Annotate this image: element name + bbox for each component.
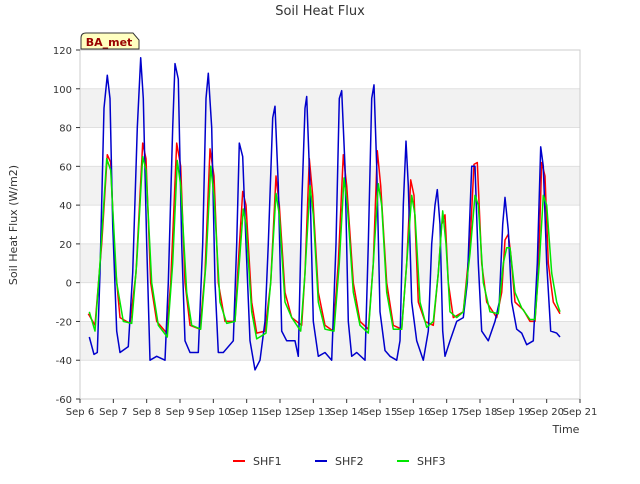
x-tick-label: Sep 12 [263,407,298,418]
x-tick-label: Sep 8 [132,407,160,418]
x-tick-label: Sep 11 [229,407,264,418]
y-axis-label: Soil Heat Flux (W/m2) [7,165,20,285]
y-tick-label: 40 [59,201,72,212]
y-tick-label: 60 [59,162,72,173]
x-tick-label: Sep 15 [363,407,398,418]
y-tick-label: 0 [66,279,72,290]
background-band [80,321,580,361]
x-tick-label: Sep 21 [563,407,598,418]
y-tick-label: 20 [59,240,72,251]
x-tick-label: Sep 7 [99,407,127,418]
y-tick-label: -40 [56,356,72,367]
background-band [80,88,580,128]
x-tick-label: Sep 6 [66,407,94,418]
chart-title: Soil Heat Flux [275,4,365,19]
x-axis-label: Time [552,423,580,436]
y-axis-ticks: -60 -40 -20 0 20 40 60 80 100 120 [53,46,80,406]
annotation-box: BA_met [80,32,140,50]
chart-container: -60 -40 -20 0 20 40 60 80 100 120 Sep 6 Sep 7 Sep 8… [0,0,640,480]
x-tick-label: Sep 13 [296,407,331,418]
y-tick-label: -60 [56,395,72,406]
x-tick-label: Sep 10 [196,407,231,418]
legend: SHF1 SHF2 SHF3 [233,455,446,468]
x-tick-label: Sep 19 [496,407,531,418]
y-tick-label: -20 [56,317,72,328]
background-bands [80,88,580,361]
soil-heat-flux-chart: -60 -40 -20 0 20 40 60 80 100 120 Sep 6 Sep 7 Sep 8… [7,4,598,468]
x-tick-label: Sep 18 [463,407,498,418]
x-tick-label: Sep 16 [396,407,431,418]
y-tick-label: 100 [53,85,72,96]
legend-label: SHF2 [335,455,364,468]
x-tick-label: Sep 9 [166,407,194,418]
y-tick-label: 80 [59,124,72,135]
legend-label: SHF1 [253,455,282,468]
annotation-label: BA_met [86,36,133,49]
x-axis-ticks: Sep 6 Sep 7 Sep 8 Sep 9 Sep 10Sep 11Sep 12Se… [66,399,598,418]
x-tick-label: Sep 20 [529,407,564,418]
legend-label: SHF3 [417,455,446,468]
y-tick-label: 120 [53,46,72,57]
x-tick-label: Sep 17 [429,407,464,418]
x-tick-label: Sep 14 [329,407,364,418]
